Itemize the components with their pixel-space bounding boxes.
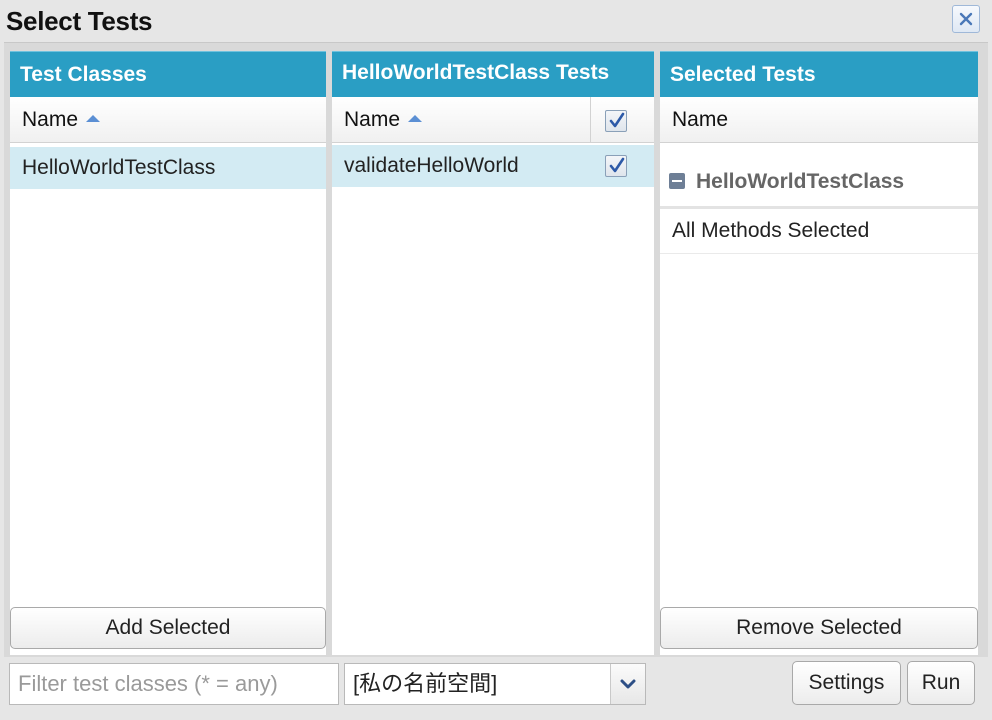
close-button[interactable] xyxy=(952,5,980,33)
name-column-header[interactable]: Name xyxy=(660,97,978,143)
test-classes-panel: Test Classes Name HelloWorldTestClass Ad… xyxy=(10,51,326,655)
class-tests-header: HelloWorldTestClass Tests xyxy=(332,51,654,97)
class-tests-panel: HelloWorldTestClass Tests Name validateH… xyxy=(332,51,654,655)
column-label: Name xyxy=(22,108,79,131)
header-checkbox-cell xyxy=(590,97,591,143)
selected-tests-panel: Selected Tests Name HelloWorldTestClass … xyxy=(660,51,978,655)
test-method-checkbox[interactable] xyxy=(605,155,627,177)
sort-ascending-icon xyxy=(86,114,101,122)
dialog-content: Test Classes Name HelloWorldTestClass Ad… xyxy=(4,42,988,657)
chevron-down-icon xyxy=(620,679,636,689)
settings-button[interactable]: Settings xyxy=(792,661,901,705)
dialog-title: Select Tests xyxy=(6,6,153,36)
checkmark-icon xyxy=(609,112,625,128)
select-all-checkbox[interactable] xyxy=(605,110,627,132)
namespace-select[interactable]: [私の名前空間] xyxy=(344,663,646,705)
selected-group-row[interactable]: HelloWorldTestClass xyxy=(660,155,978,209)
remove-selected-button[interactable]: Remove Selected xyxy=(660,607,978,649)
namespace-value: [私の名前空間] xyxy=(353,671,498,696)
column-label: Name xyxy=(344,108,401,131)
test-classes-header: Test Classes xyxy=(10,51,326,97)
selected-tests-header: Selected Tests xyxy=(660,51,978,97)
test-class-name: HelloWorldTestClass xyxy=(22,156,216,179)
collapse-icon[interactable] xyxy=(669,173,685,189)
group-label: HelloWorldTestClass xyxy=(696,170,905,193)
footer-toolbar: [私の名前空間] Settings Run xyxy=(0,657,992,720)
run-button[interactable]: Run xyxy=(907,661,975,705)
filter-test-classes-input[interactable] xyxy=(9,663,339,705)
close-icon xyxy=(959,12,973,26)
test-method-name: validateHelloWorld xyxy=(344,154,519,177)
test-class-row[interactable]: HelloWorldTestClass xyxy=(10,147,326,189)
name-column-header[interactable]: Name xyxy=(10,97,326,143)
sort-ascending-icon xyxy=(408,114,423,122)
test-method-row[interactable]: validateHelloWorld xyxy=(332,145,654,187)
namespace-dropdown-button[interactable] xyxy=(610,664,645,704)
checkmark-icon xyxy=(609,157,625,173)
selected-detail-row[interactable]: All Methods Selected xyxy=(660,209,978,254)
selected-detail-text: All Methods Selected xyxy=(672,219,870,242)
column-label: Name xyxy=(672,108,729,131)
add-selected-button[interactable]: Add Selected xyxy=(10,607,326,649)
